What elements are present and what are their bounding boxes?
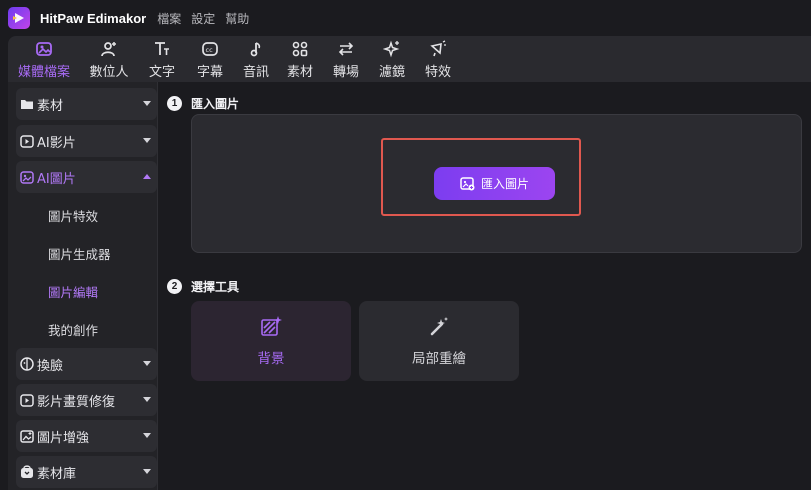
tab-effects[interactable]: 特效 (418, 36, 458, 82)
assets-icon (289, 38, 311, 60)
tab-filters[interactable]: 濾鏡 (372, 36, 412, 82)
filter-sparkle-icon (381, 38, 403, 60)
sidebar-item-label: 素材庫 (37, 466, 77, 482)
music-icon (245, 38, 267, 60)
library-icon (20, 465, 34, 479)
effects-icon (427, 38, 449, 60)
chevron-down-icon (143, 433, 151, 438)
sidebar-item-face-swap[interactable]: 換臉 (16, 348, 157, 380)
menu-help[interactable]: 幫助 (225, 10, 249, 27)
step2-title: 選擇工具 (191, 280, 240, 294)
tool-background-label: 背景 (257, 351, 285, 367)
magic-wand-icon (428, 315, 450, 337)
sidebar-item-label: 換臉 (37, 358, 64, 374)
sidebar-subitem-image-generator[interactable]: 圖片生成器 (48, 244, 111, 263)
tab-audio-label: 音訊 (242, 65, 269, 80)
sidebar-item-label: 素材 (37, 98, 64, 114)
sidebar-subitem-image-effects[interactable]: 圖片特效 (48, 206, 98, 225)
top-toolbar: 媒體檔案 數位人 文字 cc 字幕 音訊 素材 轉場 濾鏡 特效 (8, 36, 811, 82)
video-repair-icon (20, 393, 34, 407)
sidebar-item-label: AI影片 (37, 135, 76, 151)
sidebar-item-video-repair[interactable]: 影片畫質修復 (16, 384, 157, 416)
menu-settings[interactable]: 設定 (191, 10, 215, 27)
tab-subtitles[interactable]: cc 字幕 (190, 36, 230, 82)
step1-title: 匯入圖片 (191, 97, 240, 111)
sidebar-item-ai-image[interactable]: AI圖片 (16, 161, 157, 193)
tool-inpaint[interactable]: 局部重繪 (359, 301, 519, 381)
chevron-down-icon (143, 469, 151, 474)
app-logo-icon (8, 7, 30, 29)
sidebar-subitem-my-creations[interactable]: 我的創作 (48, 320, 98, 339)
sidebar-item-assets[interactable]: 素材 (16, 88, 157, 120)
step2-heading: 2 選擇工具 (167, 278, 239, 295)
tab-effects-label: 特效 (424, 65, 451, 80)
app-name: HitPaw Edimakor (40, 10, 147, 26)
ai-video-icon (20, 134, 34, 148)
step2-number: 2 (167, 279, 182, 294)
sidebar-item-image-enhance[interactable]: 圖片增強 (16, 420, 157, 452)
chevron-up-icon (143, 174, 151, 179)
chevron-down-icon (143, 138, 151, 143)
tab-subtitles-label: 字幕 (196, 65, 223, 80)
tab-media[interactable]: 媒體檔案 (12, 36, 76, 82)
face-swap-icon (20, 357, 34, 371)
transition-icon (335, 38, 357, 60)
step1-number: 1 (167, 96, 182, 111)
sidebar-item-label: 影片畫質修復 (37, 394, 116, 410)
svg-text:cc: cc (206, 46, 214, 54)
subtitle-icon: cc (199, 38, 221, 60)
tab-digital-human-label: 數位人 (89, 65, 129, 80)
media-icon (33, 38, 55, 60)
sidebar-item-label: AI圖片 (37, 171, 76, 187)
background-icon (260, 315, 282, 337)
tab-transitions-label: 轉場 (332, 65, 359, 80)
ai-image-icon (20, 170, 34, 184)
tab-text-label: 文字 (148, 65, 175, 80)
image-drop-zone[interactable]: 匯入圖片 (191, 114, 802, 253)
chevron-down-icon (143, 397, 151, 402)
tab-assets[interactable]: 素材 (280, 36, 320, 82)
sidebar: 素材 AI影片 AI圖片 圖片特效 圖片生成器 圖片編輯 我的創作 換臉 影片畫… (8, 82, 158, 490)
sidebar-item-library[interactable]: 素材庫 (16, 456, 157, 488)
text-icon (151, 38, 173, 60)
tool-inpaint-label: 局部重繪 (412, 351, 466, 367)
add-image-icon (460, 176, 476, 192)
sidebar-subitem-image-editing[interactable]: 圖片編輯 (48, 282, 98, 301)
image-enhance-icon (20, 429, 34, 443)
tab-transitions[interactable]: 轉場 (326, 36, 366, 82)
tab-filters-label: 濾鏡 (378, 65, 405, 80)
main-panel: 1 匯入圖片 匯入圖片 2 選擇工具 背景 局部重繪 (159, 82, 811, 490)
tab-assets-label: 素材 (286, 65, 313, 80)
menu-file[interactable]: 檔案 (157, 10, 181, 27)
import-image-button[interactable]: 匯入圖片 (434, 167, 555, 200)
tool-background[interactable]: 背景 (191, 301, 351, 381)
avatar-add-icon (98, 38, 120, 60)
sidebar-item-ai-video[interactable]: AI影片 (16, 125, 157, 157)
tab-audio[interactable]: 音訊 (236, 36, 276, 82)
title-bar: HitPaw Edimakor 檔案 設定 幫助 (0, 0, 811, 36)
chevron-down-icon (143, 101, 151, 106)
sidebar-item-label: 圖片增強 (37, 430, 90, 446)
tab-text[interactable]: 文字 (142, 36, 182, 82)
chevron-down-icon (143, 361, 151, 366)
tab-digital-human[interactable]: 數位人 (86, 36, 132, 82)
tab-media-label: 媒體檔案 (17, 65, 70, 80)
folder-icon (20, 97, 34, 111)
import-image-button-label: 匯入圖片 (480, 177, 529, 191)
step1-heading: 1 匯入圖片 (167, 95, 239, 112)
